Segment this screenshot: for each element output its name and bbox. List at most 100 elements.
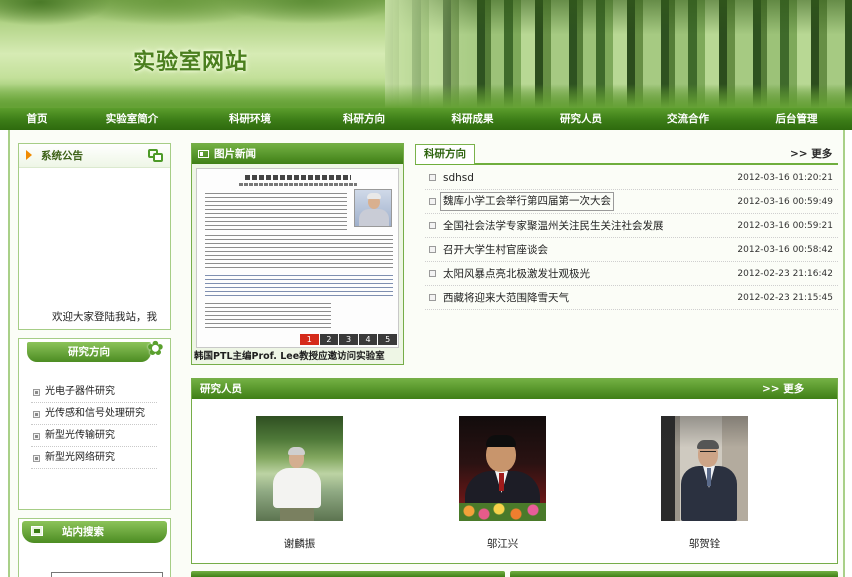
portrait-hair: [288, 447, 305, 455]
doc-heading-line: [245, 175, 351, 180]
square-bullet-icon: [33, 433, 40, 440]
research-news-more-link[interactable]: >> 更多: [790, 146, 832, 161]
notice-header: 系统公告: [19, 144, 170, 168]
nav-item-achievements[interactable]: 科研成果: [418, 108, 527, 130]
news-title-link[interactable]: 太阳风暴点亮北极激发壮观极光: [443, 262, 590, 286]
pager-button[interactable]: 5: [378, 334, 397, 345]
pager-button[interactable]: 4: [358, 334, 378, 345]
doc-text-block: [205, 235, 393, 271]
news-date: 2012-03-16 00:59:21: [737, 221, 833, 231]
square-bullet-icon: [33, 389, 40, 396]
portrait-glasses: [700, 451, 716, 454]
portrait-tie: [707, 468, 711, 486]
site-search-header: 站内搜索: [22, 521, 167, 543]
pager-button[interactable]: 3: [339, 334, 358, 345]
news-row: 全国社会法学专家聚温州关注民生关注社会发展 2012-03-16 00:59:2…: [425, 214, 838, 238]
site-search-box: 站内搜索: [18, 518, 171, 577]
news-title-link[interactable]: 全国社会法学专家聚温州关注民生关注社会发展: [443, 214, 664, 238]
notice-title: 系统公告: [41, 150, 83, 162]
picture-icon-inner: [200, 152, 203, 156]
researchers-more-link[interactable]: >> 更多: [762, 379, 804, 399]
research-direction-item[interactable]: 光传感和信号处理研究: [31, 403, 157, 425]
pager-button[interactable]: 1: [300, 334, 319, 345]
search-icon-inner: [34, 529, 40, 533]
nav-item-admin[interactable]: 后台管理: [741, 108, 852, 130]
portrait-hair: [697, 440, 719, 449]
notice-icon-front: [153, 153, 163, 162]
researchers-header: 研究人员 >> 更多: [192, 379, 837, 399]
researchers-box: 研究人员 >> 更多 谢麟振 邬江兴 邬贺铨: [191, 378, 838, 564]
bullet-dot: [35, 457, 38, 460]
news-title-link[interactable]: 召开大学生村官座谈会: [443, 238, 548, 262]
header-banner: 实验室网站: [0, 0, 852, 108]
photo-news-header: 图片新闻: [192, 144, 403, 164]
nav-item-cooperation[interactable]: 交流合作: [635, 108, 741, 130]
portrait-flowers: [459, 503, 546, 521]
nav-item-about[interactable]: 实验室简介: [74, 108, 190, 130]
research-news-list: sdhsd 2012-03-16 01:20:21 魏库小学工会举行第四届第一次…: [425, 166, 838, 310]
search-keyword-input[interactable]: [51, 572, 163, 577]
research-direction-box: 研究方向 ✿ 光电子器件研究 光传感和信号处理研究 新型光传输研究 新型光网络研…: [18, 338, 171, 510]
research-direction-label: 光传感和信号处理研究: [45, 408, 145, 419]
member-name[interactable]: 邬江兴: [459, 536, 546, 551]
news-date: 2012-02-23 21:16:42: [737, 269, 833, 279]
research-direction-item[interactable]: 光电子器件研究: [31, 381, 157, 403]
research-direction-list: 光电子器件研究 光传感和信号处理研究 新型光传输研究 新型光网络研究: [31, 381, 157, 469]
news-date: 2012-03-16 00:59:49: [737, 197, 833, 207]
photo-news-title: 图片新闻: [214, 148, 256, 160]
photo-news-caption[interactable]: 韩国PTL主编Prof. Lee教授应邀访问实验室: [194, 349, 402, 364]
photo-news-image[interactable]: 1 2 3 4 5: [196, 168, 399, 348]
doc-text-block: [205, 303, 331, 329]
news-date: 2012-03-16 00:58:42: [737, 245, 833, 255]
search-box-icon: [31, 526, 43, 536]
tab-research-direction[interactable]: 科研方向: [415, 144, 475, 164]
news-row: 西藏将迎来大范围降雪天气 2012-02-23 21:15:45: [425, 286, 838, 310]
research-direction-item[interactable]: 新型光网络研究: [31, 447, 157, 469]
picture-icon: [198, 150, 209, 158]
square-bullet-icon: [429, 294, 436, 301]
portrait-body: [273, 468, 321, 508]
doc-portrait-hair: [367, 193, 381, 199]
news-row: 魏库小学工会举行第四届第一次大会 2012-03-16 00:59:49: [425, 190, 838, 214]
photo-news-box: 图片新闻 1 2 3 4 5 韩国PTL主编Prof. Lee教授应邀访问实验室: [191, 143, 404, 365]
square-bullet-icon: [429, 246, 436, 253]
tab-underline: [415, 163, 838, 165]
member-name[interactable]: 谢麟振: [256, 536, 343, 551]
doc-portrait-body: [359, 209, 389, 226]
partial-box-header-left: [191, 571, 505, 577]
news-title-link[interactable]: sdhsd: [443, 166, 474, 190]
square-bullet-icon: [429, 174, 436, 181]
news-title-link[interactable]: 西藏将迎来大范围降雪天气: [443, 286, 569, 310]
member-photo[interactable]: [256, 416, 343, 521]
news-title-link[interactable]: 魏库小学工会举行第四届第一次大会: [440, 192, 614, 211]
portrait-tie: [499, 473, 504, 491]
doc-subheading-line: [239, 183, 357, 186]
square-bullet-icon: [429, 270, 436, 277]
research-direction-label: 光电子器件研究: [45, 386, 115, 397]
portrait-legs: [280, 506, 314, 521]
research-direction-title: 研究方向: [27, 342, 151, 362]
banner-ground: [0, 84, 852, 108]
research-direction-label: 新型光传输研究: [45, 430, 115, 441]
nav-item-environment[interactable]: 科研环境: [190, 108, 310, 130]
notice-box: 系统公告 欢迎大家登陆我站，我: [18, 143, 171, 330]
member-name[interactable]: 邬贺铨: [661, 536, 748, 551]
doc-text-block: [205, 193, 347, 233]
member-photo[interactable]: [459, 416, 546, 521]
bullet-dot: [35, 435, 38, 438]
research-direction-item[interactable]: 新型光传输研究: [31, 425, 157, 447]
bullet-dot: [35, 413, 38, 416]
news-date: 2012-03-16 01:20:21: [737, 173, 833, 183]
flower-icon: ✿: [147, 338, 164, 360]
pager-button[interactable]: 2: [319, 334, 339, 345]
news-date: 2012-02-23 21:15:45: [737, 293, 833, 303]
site-search-title: 站内搜索: [62, 526, 104, 538]
square-bullet-icon: [429, 222, 436, 229]
nav-item-research-direction[interactable]: 科研方向: [310, 108, 418, 130]
nav-item-home[interactable]: 首页: [0, 108, 74, 130]
research-direction-label: 新型光网络研究: [45, 452, 115, 463]
square-bullet-icon: [429, 198, 436, 205]
notice-windows-icon: [148, 149, 163, 162]
nav-item-researchers[interactable]: 研究人员: [527, 108, 635, 130]
member-photo[interactable]: [661, 416, 748, 521]
